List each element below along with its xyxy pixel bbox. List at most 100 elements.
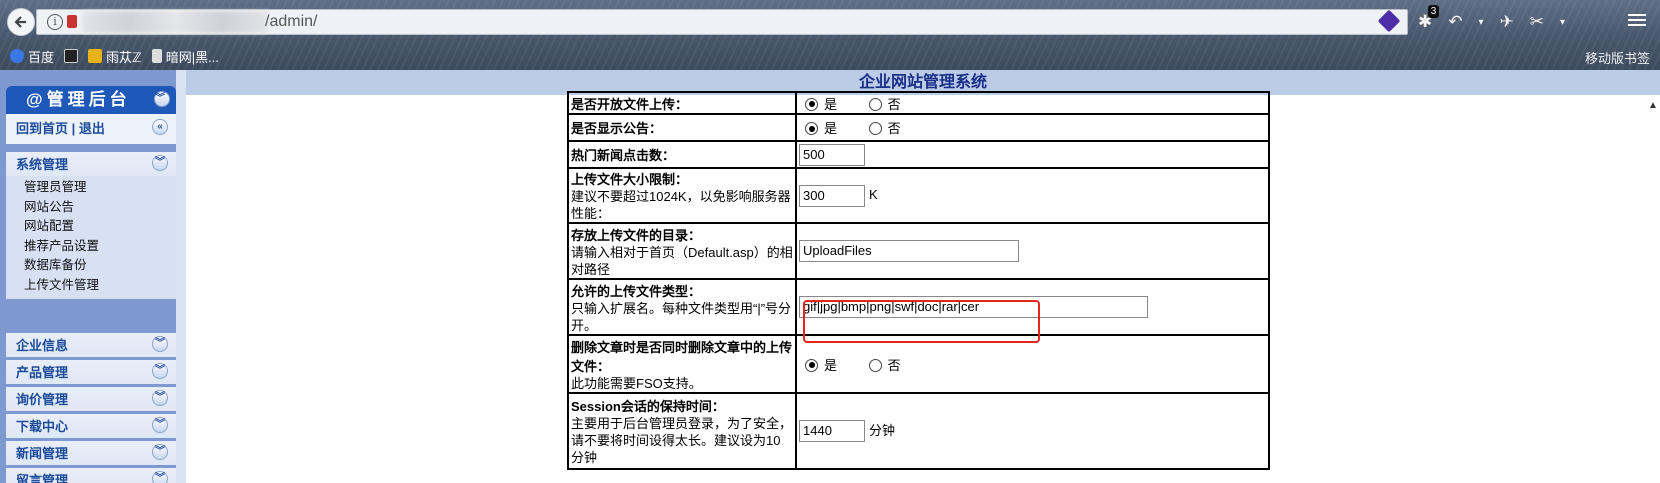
sidebar-section-news[interactable]: 新闻管理 ︾: [6, 441, 176, 465]
chevron-down-icon[interactable]: ▾: [1479, 17, 1484, 28]
row-desc: 主要用于后台管理员登录，为了安全，请不要将时间设得太长。建议设为10分钟: [571, 416, 793, 465]
row-desc: 请输入相对于首页（Default.asp）的相对路径: [571, 244, 793, 277]
chevron-down-icon[interactable]: ︾: [152, 471, 168, 483]
back-button[interactable]: [7, 8, 35, 36]
hot-clicks-input[interactable]: 500: [799, 143, 865, 166]
row-desc: 建议不要超过1024K，以免影响服务器性能：: [571, 189, 791, 221]
chevron-down-icon[interactable]: ︾: [152, 417, 168, 433]
row-label: 删除文章时是否同时删除文章中的上传文件：: [571, 339, 793, 374]
mobile-bookmarks[interactable]: 移动版书签: [1585, 48, 1650, 67]
address-bar[interactable]: i /admin/ ↻: [36, 9, 1431, 35]
table-row: Session会话的保持时间： 主要用于后台管理员登录，为了安全，请不要将时间设得…: [567, 392, 1270, 470]
toolbar-icons: ✱ 3 ↶ ▾ ✈ ✂ ▾: [1418, 5, 1565, 36]
sidebar-links: 回到首页 | 退出 «: [6, 114, 176, 144]
undo-icon[interactable]: ↶: [1448, 12, 1462, 32]
page-icon: [151, 49, 162, 63]
bookmark-baidu[interactable]: 百度: [10, 47, 54, 66]
home-logout-links[interactable]: 回到首页 | 退出: [16, 121, 105, 136]
radio-no[interactable]: [868, 358, 882, 372]
bookmark-label: 雨苁ℤ: [106, 49, 142, 65]
bird-icon[interactable]: ✈: [1500, 12, 1514, 32]
section-label: 留言管理: [16, 473, 69, 483]
table-row: 是否开放文件上传： 是 否: [567, 91, 1270, 115]
row-label: 允许的上传文件类型：: [571, 283, 702, 299]
chevron-down-icon[interactable]: ︾: [152, 336, 168, 352]
double-chevron-left-icon[interactable]: «: [152, 119, 168, 135]
session-timeout-input[interactable]: 1440: [799, 420, 865, 443]
chevron-down-icon[interactable]: ▾: [1560, 17, 1565, 28]
row-label: 存放上传文件的目录：: [571, 227, 702, 243]
sidebar-section-company[interactable]: 企业信息 ︾: [6, 333, 176, 357]
system-section: 系统管理 ︾ 管理员管理 网站公告 网站配置 推荐产品设置 数据库备份 上传文件…: [6, 152, 176, 299]
section-label: 询价管理: [16, 392, 69, 407]
radio-no[interactable]: [868, 97, 882, 111]
section-label: 系统管理: [16, 157, 69, 172]
sidebar-section-inquiry[interactable]: 询价管理 ︾: [6, 387, 176, 411]
row-label: Session会话的保持时间：: [571, 399, 725, 414]
collapse-icon[interactable]: ︾: [154, 91, 170, 107]
address-row: i /admin/ ↻ ✱ 3 ↶ ▾ ✈ ✂ ▾: [0, 0, 1660, 42]
redacted-host: [83, 11, 268, 33]
radio-no-label: 否: [887, 96, 901, 112]
unit-label: 分钟: [869, 422, 896, 438]
system-items: 管理员管理 网站公告 网站配置 推荐产品设置 数据库备份 上传文件管理: [6, 176, 176, 299]
radio-yes-label: 是: [824, 96, 838, 112]
chevron-down-icon[interactable]: ︾: [152, 155, 168, 171]
section-label: 企业信息: [16, 338, 69, 353]
row-label: 是否开放文件上传：: [571, 96, 689, 112]
radio-yes-label: 是: [824, 357, 838, 373]
info-icon[interactable]: i: [47, 14, 63, 30]
other-sections: 企业信息 ︾ 产品管理 ︾ 询价管理 ︾ 下载中心 ︾ 新闻管理 ︾ 留言管理 ︾: [6, 333, 176, 483]
sidebar-item-config[interactable]: 网站配置: [24, 217, 176, 237]
browser-chrome: i /admin/ ↻ ✱ 3 ↶ ▾ ✈ ✂ ▾ 百度 雨苁ℤ 暗网|黑...…: [0, 0, 1660, 70]
sidebar-divider: [176, 70, 186, 483]
unit-label: K: [869, 186, 878, 202]
radio-no-label: 否: [887, 357, 901, 373]
chevron-down-icon[interactable]: ︾: [152, 363, 168, 379]
bookmarks-bar: 百度 雨苁ℤ 暗网|黑... 移动版书签: [0, 42, 1660, 70]
bookmark-darknet[interactable]: 暗网|黑...: [151, 47, 219, 66]
url-text: /admin/: [265, 13, 318, 30]
upload-dir-input[interactable]: UploadFiles: [799, 240, 1019, 262]
chevron-down-icon[interactable]: ︾: [152, 444, 168, 460]
bookmark-label: 暗网|黑...: [165, 49, 219, 65]
radio-yes[interactable]: [805, 358, 818, 372]
sidebar-section-messages[interactable]: 留言管理 ︾: [6, 468, 176, 483]
highlight-annotation: [803, 300, 1040, 343]
sidebar-section-system[interactable]: 系统管理 ︾: [6, 152, 176, 176]
radio-no[interactable]: [868, 122, 882, 135]
sidebar-section-download[interactable]: 下载中心 ︾: [6, 414, 176, 438]
radio-no-label: 否: [887, 121, 901, 136]
scroll-up-icon[interactable]: ▲: [1648, 100, 1658, 111]
scissors-icon[interactable]: ✂: [1530, 12, 1544, 32]
section-label: 下载中心: [16, 419, 69, 434]
sidebar-item-recommend[interactable]: 推荐产品设置: [24, 237, 176, 257]
notification-badge: 3: [1427, 5, 1440, 18]
sidebar-title: @管理后台 ︾: [6, 86, 176, 114]
arrow-left-icon: [14, 16, 26, 28]
shield-icon: [88, 49, 103, 63]
share-icon[interactable]: ✱ 3: [1418, 5, 1440, 32]
config-table: 是否开放文件上传： 是 否 是否显示公告： 是 否 热门新闻点击数： 500 上…: [567, 91, 1270, 470]
radio-yes[interactable]: [805, 122, 818, 135]
radio-yes[interactable]: [805, 97, 818, 111]
row-label: 热门新闻点击数：: [571, 148, 676, 163]
sidebar-item-admin[interactable]: 管理员管理: [24, 178, 176, 198]
triangle-icon: [64, 49, 79, 63]
sidebar-section-products[interactable]: 产品管理 ︾: [6, 360, 176, 384]
hamburger-menu-icon[interactable]: [1628, 11, 1646, 29]
paw-icon: [10, 49, 24, 63]
bookmark-yucong[interactable]: 雨苁ℤ: [88, 47, 142, 66]
radio-yes-label: 是: [824, 121, 838, 136]
bookmark-triangle[interactable]: [64, 49, 79, 63]
chevron-down-icon[interactable]: ︾: [152, 390, 168, 406]
insecure-lock-icon: [67, 15, 77, 28]
upload-size-input[interactable]: 300: [799, 184, 865, 207]
extension-icon[interactable]: [1377, 9, 1401, 33]
sidebar-item-uploads[interactable]: 上传文件管理: [24, 276, 176, 296]
sidebar-item-notice[interactable]: 网站公告: [24, 198, 176, 218]
bookmark-label: 百度: [28, 49, 55, 65]
table-row: 存放上传文件的目录： 请输入相对于首页（Default.asp）的相对路径 Upl…: [567, 222, 1270, 280]
sidebar-item-backup[interactable]: 数据库备份: [24, 256, 176, 276]
table-row: 删除文章时是否同时删除文章中的上传文件： 此功能需要FSO支持。 是 否: [567, 334, 1270, 394]
